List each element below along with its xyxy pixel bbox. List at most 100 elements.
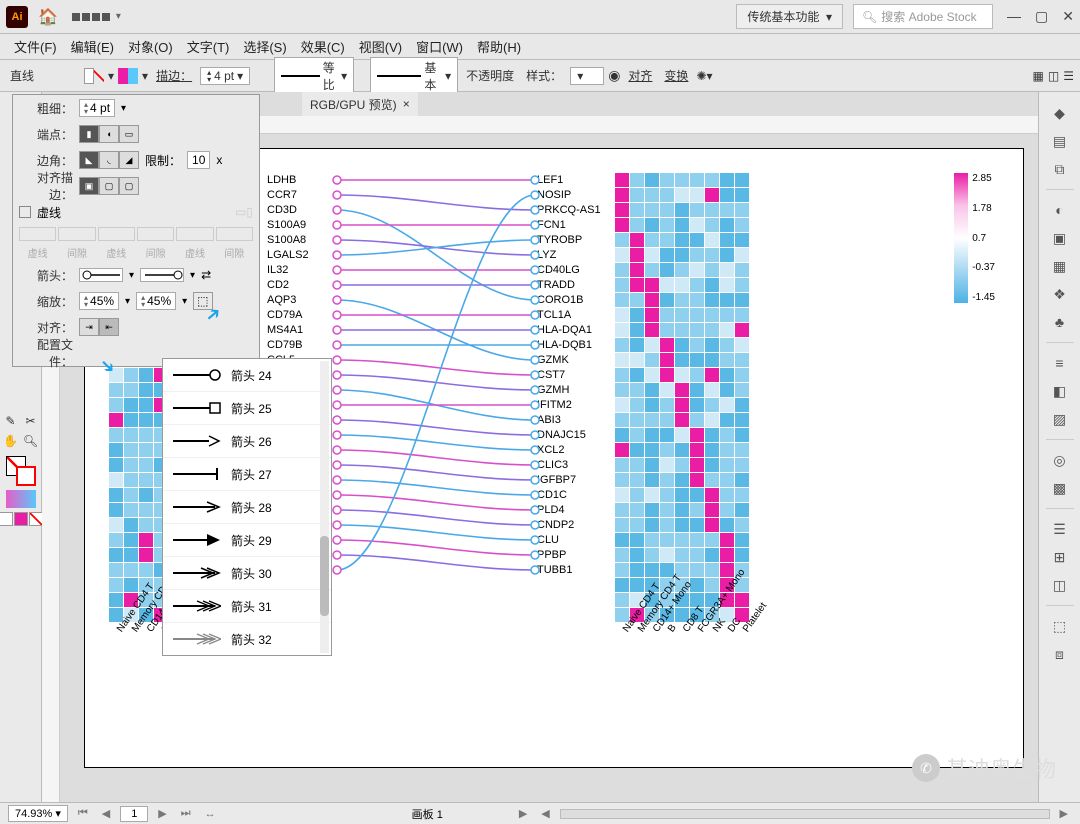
dash-cell[interactable] — [98, 227, 135, 241]
pref-icon[interactable]: ◫ — [1048, 69, 1059, 83]
arrow-align-buttons[interactable]: ⇥⇤ — [79, 318, 119, 336]
arrow-end-chevron-icon[interactable]: ▾ — [190, 270, 195, 281]
cap-buttons[interactable]: ▮◖▭ — [79, 125, 139, 143]
clover-icon[interactable]: ♣ — [1049, 311, 1071, 333]
hscroll-right-button[interactable]: ▶ — [1056, 807, 1072, 820]
layers-icon[interactable]: ▤ — [1049, 130, 1071, 152]
menu-item[interactable]: 编辑(E) — [65, 35, 120, 58]
arrowhead-option[interactable]: 箭头 29 — [163, 524, 331, 557]
menu-item[interactable]: 视图(V) — [353, 35, 408, 58]
close-button[interactable]: ✕ — [1062, 8, 1074, 25]
minimize-button[interactable]: — — [1007, 8, 1021, 25]
menu-item[interactable]: 文件(F) — [8, 35, 63, 58]
stroke-weight-combo[interactable]: ▴▾4 pt ▾ — [200, 67, 250, 85]
arrowhead-option[interactable]: 箭头 30 — [163, 557, 331, 590]
menu-item[interactable]: 对象(O) — [122, 35, 179, 58]
properties-icon[interactable]: ◆ — [1049, 102, 1071, 124]
artboards-icon[interactable]: ⧉ — [1049, 158, 1071, 180]
dropdown-scrollbar[interactable] — [320, 361, 329, 653]
scale-start-input[interactable]: ▴▾45% — [79, 292, 119, 310]
scale-end-input[interactable]: ▴▾45% — [136, 292, 176, 310]
arrowhead-option[interactable]: 箭头 32 — [163, 623, 331, 656]
setup-icon[interactable]: ▦ — [1033, 69, 1044, 83]
menu-item[interactable]: 文字(T) — [181, 35, 236, 58]
arrowhead-option[interactable]: 箭头 24 — [163, 359, 331, 392]
variable-width-combo[interactable]: 等比 ▾ — [274, 57, 354, 95]
direct-select-tool[interactable]: ✂ — [22, 412, 40, 430]
align-icon[interactable]: ☰ — [1049, 518, 1071, 540]
swap-arrows-icon[interactable]: ⇄ — [201, 268, 211, 282]
zoom-tool[interactable]: 🔍︎ — [22, 432, 40, 450]
align-panel-link[interactable]: 对齐 — [624, 67, 656, 84]
limit-input[interactable]: 10 — [187, 151, 210, 169]
menu-item[interactable]: 窗口(W) — [410, 35, 469, 58]
arrowhead-option[interactable]: 箭头 28 — [163, 491, 331, 524]
arrow-end-combo[interactable] — [140, 268, 184, 282]
corner-buttons[interactable]: ◣◟◢ — [79, 151, 139, 169]
dashed-preserve-icon[interactable]: ▭▯ — [235, 205, 253, 219]
first-artboard-button[interactable]: ⏮ — [74, 807, 92, 820]
arrange-docs-icon[interactable] — [72, 13, 110, 21]
transparency-icon[interactable]: ▨ — [1049, 408, 1071, 430]
tab-close-icon[interactable]: × — [403, 97, 410, 111]
fx-icon[interactable]: ◉ — [608, 67, 620, 84]
last-artboard-button[interactable]: ⏭ — [177, 807, 195, 820]
fill-chevron-icon[interactable]: ▾ — [108, 69, 114, 83]
hscroll-left-button[interactable]: ◀ — [537, 807, 553, 820]
dash-cell[interactable] — [137, 227, 174, 241]
stroke-chevron-icon[interactable]: ▾ — [142, 69, 148, 83]
scroll-right-button[interactable]: ▶ — [515, 807, 531, 820]
dashed-checkbox[interactable] — [19, 206, 31, 218]
brush-combo[interactable]: 基本 ▾ — [370, 57, 458, 95]
dash-cell[interactable] — [176, 227, 213, 241]
eyedropper-tool[interactable]: ✎ — [2, 412, 20, 430]
workspace-selector[interactable]: 传统基本功能 ▾ — [736, 4, 843, 29]
style-combo[interactable]: ▾ — [570, 67, 604, 85]
brushes-icon[interactable]: ▦ — [1049, 255, 1071, 277]
menu-item[interactable]: 选择(S) — [237, 35, 292, 58]
arrowhead-option[interactable]: 箭头 25 — [163, 392, 331, 425]
graphic-styles-icon[interactable]: ▩ — [1049, 477, 1071, 499]
color-mode-row[interactable] — [0, 512, 43, 526]
fill-stroke-toggle[interactable] — [6, 456, 36, 486]
appearance-icon[interactable]: ◎ — [1049, 449, 1071, 471]
transform-icon[interactable]: ⊞ — [1049, 546, 1071, 568]
transform-panel-link[interactable]: 变换 — [660, 67, 692, 84]
artboard-nav-icon[interactable]: ↔ — [201, 808, 220, 820]
next-artboard-button[interactable]: ▶ — [154, 807, 170, 820]
horizontal-scrollbar[interactable] — [560, 809, 1050, 819]
arrow-start-combo[interactable] — [79, 268, 123, 282]
arrange-chevron-icon[interactable]: ▾ — [116, 11, 121, 22]
arrow-start-chevron-icon[interactable]: ▾ — [129, 270, 134, 281]
menu-item[interactable]: 帮助(H) — [471, 35, 527, 58]
maximize-button[interactable]: ▢ — [1035, 8, 1048, 25]
menu-item[interactable]: 效果(C) — [295, 35, 351, 58]
links-icon[interactable]: ⧈ — [1049, 643, 1071, 665]
align-stroke-buttons[interactable]: ▣▢▢ — [79, 177, 139, 195]
weight-input[interactable]: ▴▾4 pt — [79, 99, 115, 117]
menu-icon[interactable]: ☰ — [1063, 69, 1074, 83]
hand-tool[interactable]: ✋ — [2, 432, 20, 450]
isolate-icon[interactable]: ✺▾ — [696, 69, 712, 83]
gradient-preview[interactable] — [6, 490, 36, 508]
dash-cell[interactable] — [58, 227, 95, 241]
pathfinder-icon[interactable]: ◫ — [1049, 574, 1071, 596]
document-tab[interactable]: RGB/GPU 预览) × — [302, 92, 418, 116]
stroke-panel-icon[interactable]: ≡ — [1049, 352, 1071, 374]
arrowhead-option[interactable]: 箭头 31 — [163, 590, 331, 623]
dash-cell[interactable] — [216, 227, 253, 241]
fill-swatch[interactable] — [84, 68, 104, 84]
weight-chevron-icon[interactable]: ▾ — [121, 103, 126, 114]
zoom-combo[interactable]: 74.93% ▾ — [8, 805, 68, 822]
search-input[interactable]: 🔍︎搜索 Adobe Stock — [853, 4, 993, 29]
color-icon[interactable]: ◐ — [1049, 199, 1071, 221]
arrowhead-option[interactable]: 箭头 26 — [163, 425, 331, 458]
stroke-swatch[interactable] — [118, 68, 138, 84]
arrowhead-option[interactable]: 箭头 27 — [163, 458, 331, 491]
swatches-icon[interactable]: ▣ — [1049, 227, 1071, 249]
symbols-icon[interactable]: ❖ — [1049, 283, 1071, 305]
gradient-icon[interactable]: ◧ — [1049, 380, 1071, 402]
prev-artboard-button[interactable]: ◀ — [98, 807, 114, 820]
asset-export-icon[interactable]: ⬚ — [1049, 615, 1071, 637]
artboard-number[interactable]: 1 — [120, 806, 148, 822]
